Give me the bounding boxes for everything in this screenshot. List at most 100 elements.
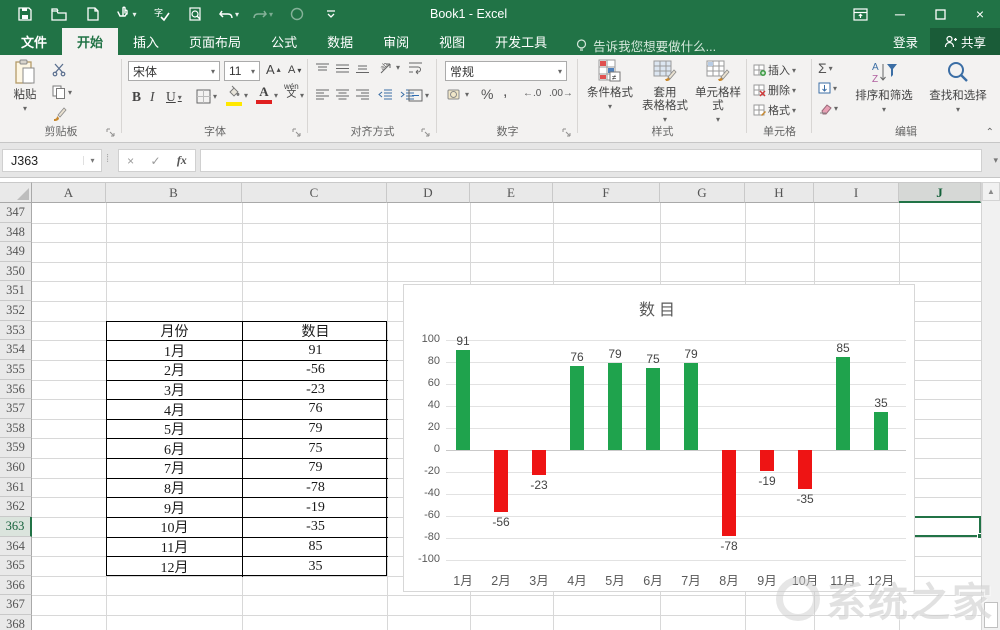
tell-me-box[interactable]: 告诉我您想要做什么... [576, 36, 716, 55]
align-center-button[interactable] [336, 89, 349, 100]
row-header-353[interactable]: 353 [0, 321, 32, 341]
table-cell[interactable]: 4月 [107, 400, 243, 420]
clear-button[interactable]: ▾ [818, 103, 838, 114]
alignment-dialog-launcher-icon[interactable] [421, 128, 431, 138]
row-header-355[interactable]: 355 [0, 360, 32, 380]
row-header-360[interactable]: 360 [0, 458, 32, 478]
column-header-A[interactable]: A [32, 182, 106, 203]
align-top-button[interactable] [316, 63, 329, 74]
enter-icon[interactable]: ✓ [150, 154, 160, 168]
phonetic-guide-button[interactable]: wén 文 [284, 83, 299, 99]
row-header-363[interactable]: 363 [0, 517, 32, 537]
fill-button[interactable]: ▾ [818, 82, 837, 94]
row-header-358[interactable]: 358 [0, 419, 32, 439]
collapse-ribbon-icon[interactable]: ⌃ [986, 127, 994, 138]
tab-开发工具[interactable]: 开发工具 [480, 28, 562, 55]
row-header-351[interactable]: 351 [0, 281, 32, 301]
new-document-icon[interactable] [76, 2, 110, 26]
row-header-350[interactable]: 350 [0, 262, 32, 282]
customize-qat-icon[interactable] [314, 2, 348, 26]
table-cell[interactable]: 2月 [107, 361, 243, 381]
sort-filter-button[interactable]: AZ 排序和筛选 ▾ [848, 60, 920, 116]
fill-color-button[interactable] [226, 86, 242, 106]
merge-center-button[interactable]: ▾ [408, 89, 429, 102]
row-header-359[interactable]: 359 [0, 438, 32, 458]
row-header-364[interactable]: 364 [0, 537, 32, 557]
delete-cells-button[interactable]: 删除 ▾ [753, 82, 796, 98]
row-header-348[interactable]: 348 [0, 223, 32, 243]
column-header-B[interactable]: B [106, 182, 242, 203]
number-dialog-launcher-icon[interactable] [562, 128, 572, 138]
table-cell[interactable]: 3月 [107, 381, 243, 401]
font-size-combo[interactable]: 11▾ [224, 61, 260, 81]
table-cell[interactable]: 85 [243, 538, 388, 558]
close-button[interactable]: × [960, 0, 1000, 28]
tab-视图[interactable]: 视图 [424, 28, 480, 55]
share-button[interactable]: 共享 [930, 28, 1000, 55]
column-header-J[interactable]: J [899, 182, 981, 203]
grow-font-button[interactable]: A▴ [266, 62, 281, 77]
accounting-format-button[interactable]: ▾ [447, 88, 469, 101]
row-header-368[interactable]: 368 [0, 615, 32, 630]
spelling-icon[interactable]: 字 [144, 2, 178, 26]
decrease-indent-button[interactable] [378, 89, 392, 100]
table-cell[interactable]: -23 [243, 381, 388, 401]
table-cell[interactable]: 76 [243, 400, 388, 420]
scrollbar-thumb[interactable] [984, 602, 998, 628]
ribbon-display-options-icon[interactable] [840, 0, 880, 28]
vertical-scrollbar[interactable]: ▲ [981, 182, 1000, 630]
tab-审阅[interactable]: 审阅 [368, 28, 424, 55]
table-cell[interactable]: 75 [243, 439, 388, 459]
clipboard-dialog-launcher-icon[interactable] [106, 128, 116, 138]
row-header-352[interactable]: 352 [0, 301, 32, 321]
column-header-H[interactable]: H [745, 182, 814, 203]
table-cell[interactable]: 91 [243, 341, 388, 361]
minimize-button[interactable]: ─ [880, 0, 920, 28]
table-cell[interactable]: 5月 [107, 420, 243, 440]
align-middle-button[interactable] [336, 63, 349, 74]
table-cell[interactable]: 35 [243, 557, 388, 577]
table-cell[interactable]: -78 [243, 479, 388, 499]
column-header-G[interactable]: G [660, 182, 745, 203]
font-color-button[interactable]: A [256, 85, 272, 104]
table-cell[interactable]: 79 [243, 420, 388, 440]
row-header-361[interactable]: 361 [0, 478, 32, 498]
wrap-text-button[interactable] [408, 61, 423, 74]
conditional-formatting-button[interactable]: ≠ 条件格式 ▾ [582, 59, 638, 113]
format-as-table-button[interactable]: 套用 表格格式 ▾ [640, 59, 690, 126]
column-chart[interactable]: 数目 -100-80-60-40-20020406080100911月-562月… [403, 284, 915, 592]
row-header-366[interactable]: 366 [0, 576, 32, 596]
column-header-E[interactable]: E [470, 182, 553, 203]
orientation-button[interactable]: ab ▾ [380, 61, 400, 74]
row-header-362[interactable]: 362 [0, 497, 32, 517]
table-cell[interactable]: 79 [243, 459, 388, 479]
data-table[interactable]: 月份数目1月912月-563月-234月765月796月757月798月-789… [106, 321, 387, 576]
find-select-button[interactable]: 查找和选择 ▾ [922, 60, 994, 116]
table-cell[interactable]: -19 [243, 498, 388, 518]
table-cell[interactable]: -56 [243, 361, 388, 381]
autosum-button[interactable]: Σ ▾ [818, 60, 833, 76]
row-header-367[interactable]: 367 [0, 595, 32, 615]
table-cell[interactable]: 12月 [107, 557, 243, 577]
tab-公式[interactable]: 公式 [256, 28, 312, 55]
percent-style-button[interactable]: % [481, 86, 493, 102]
cancel-icon[interactable]: × [127, 154, 134, 168]
tab-file[interactable]: 文件 [6, 28, 62, 55]
table-cell[interactable]: -35 [243, 518, 388, 538]
tab-数据[interactable]: 数据 [312, 28, 368, 55]
sign-in-button[interactable]: 登录 [881, 32, 930, 51]
name-box[interactable]: J363 ▾ [2, 149, 102, 172]
print-preview-icon[interactable] [178, 2, 212, 26]
select-all-corner[interactable] [0, 182, 32, 203]
row-header-347[interactable]: 347 [0, 203, 32, 223]
table-header-cell[interactable]: 月份 [107, 322, 243, 342]
formula-input[interactable] [200, 149, 982, 172]
expand-formula-bar-icon[interactable]: ▾ [993, 155, 998, 166]
table-cell[interactable]: 1月 [107, 341, 243, 361]
touch-mode-icon[interactable]: ▾ [110, 2, 144, 26]
borders-button[interactable]: ▾ [196, 89, 217, 104]
column-header-D[interactable]: D [387, 182, 470, 203]
font-dialog-launcher-icon[interactable] [292, 128, 302, 138]
row-header-357[interactable]: 357 [0, 399, 32, 419]
maximize-button[interactable] [920, 0, 960, 28]
